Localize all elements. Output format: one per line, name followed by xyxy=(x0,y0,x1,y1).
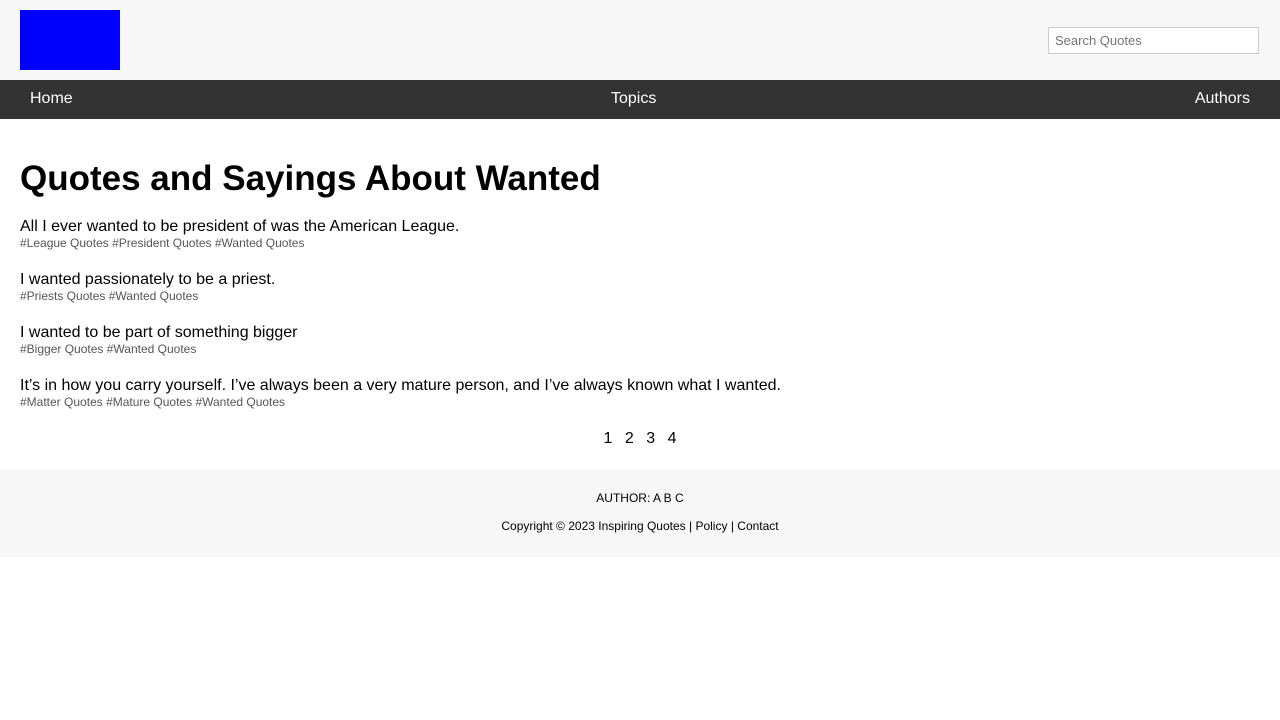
nav-topics-link[interactable]: Topics xyxy=(611,80,656,119)
tag-link[interactable]: #Wanted Quotes xyxy=(195,395,285,409)
copyright-text: Copyright © 2023 Inspiring Quotes xyxy=(501,519,686,533)
quote-item: It’s in how you carry yourself. I’ve alw… xyxy=(20,377,1260,430)
tag-link[interactable]: #President Quotes xyxy=(112,236,211,250)
site-footer: AUTHOR: A B C Copyright © 2023 Inspiring… xyxy=(0,469,1280,557)
quote-tags: #Priests Quotes #Wanted Quotes xyxy=(20,289,1260,303)
main-content: Quotes and Sayings About Wanted All I ev… xyxy=(20,119,1260,447)
quote-text[interactable]: All I ever wanted to be president of was… xyxy=(20,218,1260,236)
quote-item: All I ever wanted to be president of was… xyxy=(20,218,1260,271)
quote-tags: #Bigger Quotes #Wanted Quotes xyxy=(20,342,1260,356)
main-nav: Home Topics Authors xyxy=(0,80,1280,119)
quote-tags: #League Quotes #President Quotes #Wanted… xyxy=(20,236,1260,250)
author-letter-b[interactable]: B xyxy=(664,491,672,505)
quote-list: All I ever wanted to be president of was… xyxy=(20,218,1260,430)
tag-link[interactable]: #Wanted Quotes xyxy=(215,236,305,250)
tag-link[interactable]: #Matter Quotes xyxy=(20,395,103,409)
tag-link[interactable]: #Wanted Quotes xyxy=(107,342,197,356)
policy-link[interactable]: Policy xyxy=(695,519,727,533)
tag-link[interactable]: #Priests Quotes xyxy=(20,289,105,303)
search-input[interactable] xyxy=(1048,27,1259,54)
footer-separator: | xyxy=(688,519,693,533)
tag-link[interactable]: #Bigger Quotes xyxy=(20,342,103,356)
nav-authors-link[interactable]: Authors xyxy=(1195,80,1250,119)
footer-separator: | xyxy=(730,519,734,533)
pagination: 1 2 3 4 xyxy=(20,430,1260,448)
quote-text[interactable]: I wanted passionately to be a priest. xyxy=(20,271,1260,289)
quote-text[interactable]: I wanted to be part of something bigger xyxy=(20,324,1260,342)
quote-item: I wanted to be part of something bigger … xyxy=(20,324,1260,377)
top-header xyxy=(0,0,1280,80)
page-link-1[interactable]: 1 xyxy=(604,430,613,447)
page-link-2[interactable]: 2 xyxy=(625,430,634,447)
author-letter-c[interactable]: C xyxy=(675,491,684,505)
author-letter-a[interactable]: A xyxy=(653,491,660,505)
author-index-label: AUTHOR: xyxy=(596,491,651,505)
author-index: AUTHOR: A B C xyxy=(0,491,1280,505)
quote-text[interactable]: It’s in how you carry yourself. I’ve alw… xyxy=(20,377,1260,395)
tag-link[interactable]: #Mature Quotes xyxy=(106,395,192,409)
quote-tags: #Matter Quotes #Mature Quotes #Wanted Qu… xyxy=(20,395,1260,409)
site-logo[interactable] xyxy=(20,10,120,70)
nav-home-link[interactable]: Home xyxy=(30,80,73,119)
page-link-4[interactable]: 4 xyxy=(668,430,677,447)
footer-copyright-line: Copyright © 2023 Inspiring Quotes | Poli… xyxy=(0,519,1280,533)
page-link-3[interactable]: 3 xyxy=(646,430,655,447)
contact-link[interactable]: Contact xyxy=(737,519,778,533)
tag-link[interactable]: #League Quotes xyxy=(20,236,109,250)
quote-item: I wanted passionately to be a priest. #P… xyxy=(20,271,1260,324)
page-title: Quotes and Sayings About Wanted xyxy=(20,159,601,198)
tag-link[interactable]: #Wanted Quotes xyxy=(109,289,199,303)
